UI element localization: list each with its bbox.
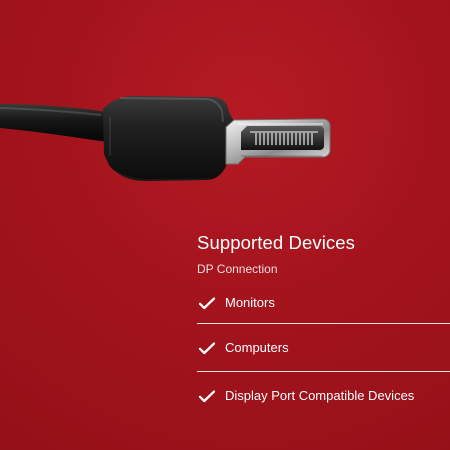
displayport-plug: [225, 118, 331, 165]
checkmark-icon: [198, 390, 216, 403]
feature-item-label: Display Port Compatible Devices: [225, 388, 415, 403]
feature-item-label: Computers: [225, 339, 289, 355]
displayport-cable-image: [0, 96, 331, 182]
feature-item-monitors: Monitors: [197, 283, 450, 323]
feature-item-computers: Computers: [197, 323, 450, 371]
section-title: Supported Devices: [197, 232, 356, 253]
checkmark-icon: [198, 341, 216, 354]
cable: [0, 104, 116, 142]
section-subtitle: DP Connection: [197, 262, 278, 276]
feature-item-displayport-devices: Display Port Compatible Devices: [197, 371, 450, 420]
feature-content: Supported Devices DP Connection: [197, 232, 450, 276]
checkmark-icon: [198, 297, 216, 310]
features-list: Monitors Computers Display Port Compatib…: [197, 283, 450, 420]
feature-item-label: Monitors: [225, 295, 275, 310]
connector-body: [103, 96, 236, 182]
